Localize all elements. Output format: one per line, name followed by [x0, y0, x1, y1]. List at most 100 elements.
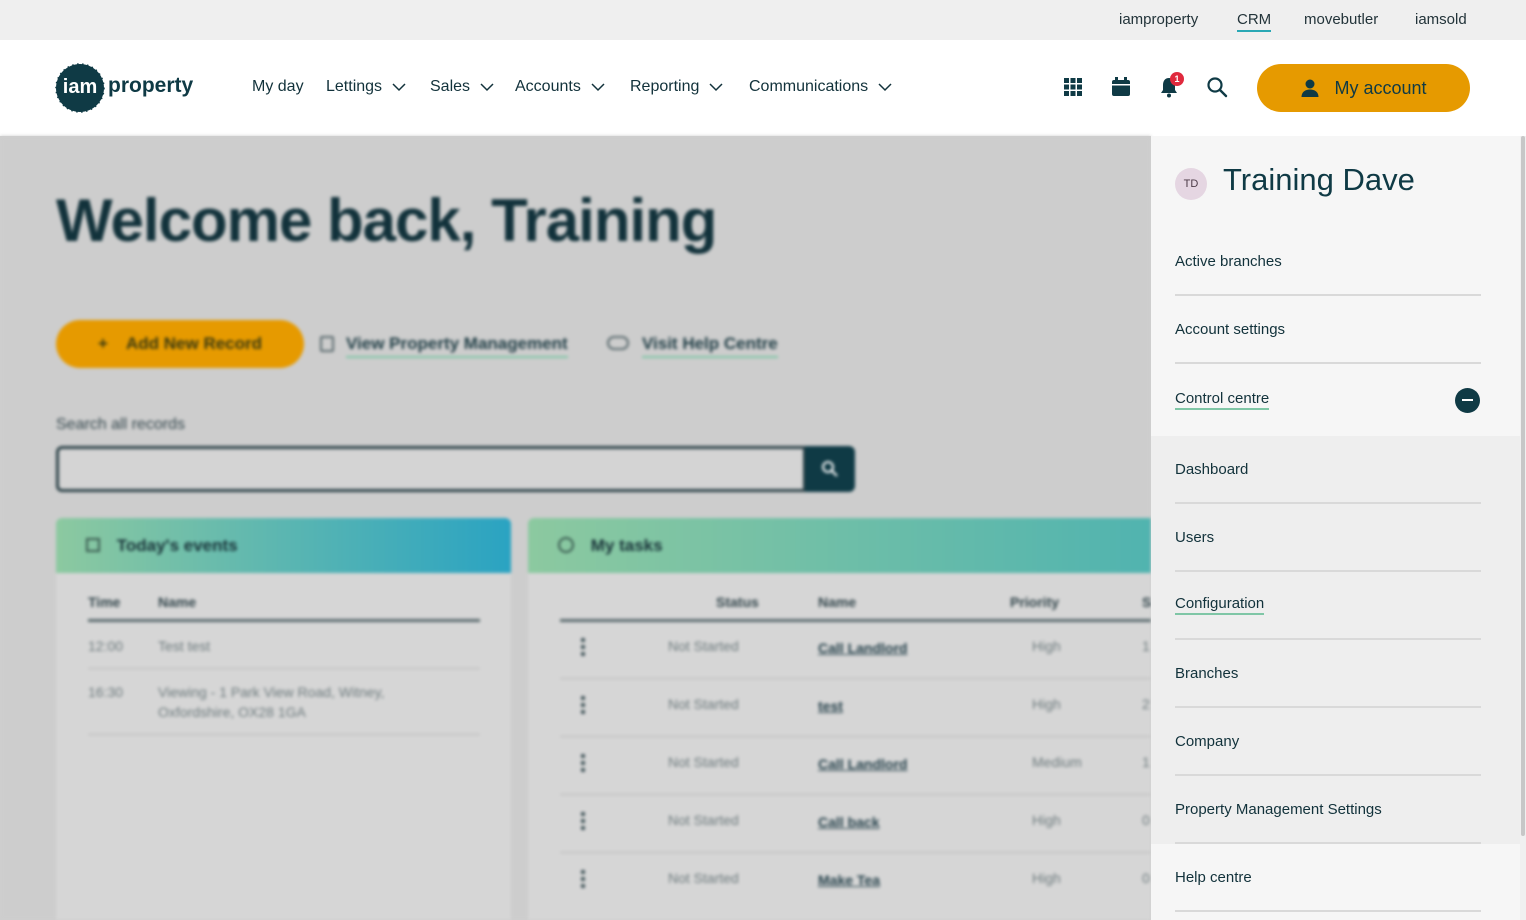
task-extra: 0 — [1142, 870, 1150, 886]
view-property-management-link[interactable]: View Property Management — [346, 334, 568, 358]
submenu-item-property-management-settings[interactable]: Property Management Settings — [1175, 776, 1481, 844]
event-name[interactable]: Viewing - 1 Park View Road, Witney, — [158, 684, 384, 700]
task-status: Not Started — [668, 870, 739, 886]
utility-link-movebutler[interactable]: movebutler — [1304, 11, 1378, 28]
account-user-name: Training Dave — [1223, 162, 1415, 197]
events-col-name: Name — [158, 594, 197, 610]
task-name-link[interactable]: Call Landlord — [818, 640, 907, 656]
task-name-link[interactable]: Make Tea — [818, 872, 880, 888]
menu-item-label: Company — [1175, 732, 1240, 750]
chevron-down-icon — [480, 82, 494, 91]
menu-item-account-settings[interactable]: Account settings — [1175, 296, 1481, 364]
utility-link-iamproperty[interactable]: iamproperty — [1119, 11, 1198, 28]
menu-item-label: Active branches — [1175, 252, 1282, 270]
dashboard-content: Welcome back, Training + Add New Record … — [0, 136, 1151, 920]
tasks-col-name: Name — [818, 594, 857, 610]
task-status: Not Started — [668, 812, 739, 828]
row-divider — [560, 736, 1151, 737]
submenu-item-company[interactable]: Company — [1175, 708, 1481, 776]
event-name[interactable]: Test test — [158, 638, 210, 654]
kebab-menu-icon[interactable] — [581, 696, 585, 714]
kebab-menu-icon[interactable] — [581, 638, 585, 656]
account-menu-scrollbar[interactable] — [1520, 136, 1526, 920]
task-priority: High — [1032, 696, 1061, 712]
nav-item-label: My day — [252, 78, 304, 95]
my-account-label: My account — [1334, 77, 1427, 98]
task-extra: 0 — [1142, 812, 1150, 828]
events-col-time: Time — [88, 594, 121, 610]
scrollbar-thumb[interactable] — [1521, 136, 1525, 836]
kebab-menu-icon[interactable] — [581, 870, 585, 888]
logo[interactable]: iam property — [55, 63, 206, 114]
task-status: Not Started — [668, 754, 739, 770]
task-priority: Medium — [1032, 754, 1082, 770]
menu-item-help-centre[interactable]: Help centre — [1175, 844, 1481, 912]
task-name-link[interactable]: test — [818, 698, 843, 714]
nav-item-label: Accounts — [515, 78, 581, 95]
kebab-menu-icon[interactable] — [581, 812, 585, 830]
row-divider — [88, 668, 480, 669]
menu-item-control-centre[interactable]: Control centre — [1175, 366, 1481, 434]
task-status: Not Started — [668, 696, 739, 712]
submenu-item-dashboard[interactable]: Dashboard — [1175, 436, 1481, 504]
utility-bar: iamproperty CRM movebutler iamsold — [0, 0, 1526, 40]
row-divider — [560, 794, 1151, 795]
event-name-line2: Oxfordshire, OX28 1GA — [158, 704, 306, 720]
todays-events-header: Today's events — [56, 518, 511, 573]
clipboard-icon — [320, 336, 334, 352]
task-name-link[interactable]: Call back — [818, 814, 879, 830]
nav-item-communications[interactable]: Communications — [749, 78, 892, 96]
nav-item-my-day[interactable]: My day — [252, 78, 304, 96]
nav-item-label: Lettings — [326, 78, 383, 95]
user-icon — [1301, 79, 1319, 97]
collapse-minus-icon[interactable] — [1455, 388, 1480, 413]
kebab-menu-icon[interactable] — [581, 754, 585, 772]
nav-item-sales[interactable]: Sales — [430, 78, 494, 96]
menu-item-label: Property Management Settings — [1175, 800, 1382, 818]
search-submit-button[interactable] — [805, 446, 855, 492]
tasks-col-status: Status — [716, 594, 759, 610]
task-priority: High — [1032, 638, 1061, 654]
add-new-record-button[interactable]: + Add New Record — [56, 320, 304, 368]
plus-icon: + — [97, 334, 108, 353]
submenu-item-branches[interactable]: Branches — [1175, 640, 1481, 708]
nav-item-label: Communications — [749, 78, 869, 95]
task-status: Not Started — [668, 638, 739, 654]
row-divider — [560, 852, 1151, 853]
menu-item-label: Users — [1175, 528, 1215, 546]
nav-item-label: Sales — [430, 78, 471, 95]
utility-link-crm[interactable]: CRM — [1237, 11, 1272, 32]
task-priority: High — [1032, 812, 1061, 828]
task-extra: 2 — [1142, 696, 1150, 712]
my-tasks-header: My tasks — [528, 518, 1151, 573]
utility-link-iamsold[interactable]: iamsold — [1415, 11, 1467, 28]
my-account-button[interactable]: My account — [1257, 64, 1470, 112]
apps-grid-icon[interactable] — [1062, 76, 1084, 98]
search-input[interactable] — [56, 446, 806, 492]
notification-badge: 1 — [1170, 72, 1184, 86]
tasks-col-extra: S — [1142, 594, 1151, 610]
avatar: TD — [1175, 168, 1207, 200]
submenu-item-users[interactable]: Users — [1175, 504, 1481, 572]
menu-item-label: Account settings — [1175, 320, 1286, 338]
visit-help-centre-link[interactable]: Visit Help Centre — [642, 334, 778, 358]
submenu-item-configuration[interactable]: Configuration — [1175, 572, 1481, 640]
main-nav: iam property My day Lettings Sales Accou… — [0, 40, 1526, 136]
nav-item-lettings[interactable]: Lettings — [326, 78, 406, 96]
menu-item-active-branches[interactable]: Active branches — [1175, 228, 1481, 296]
task-extra: 1 — [1142, 754, 1150, 770]
calendar-icon[interactable] — [1110, 76, 1132, 98]
search-label: Search all records — [56, 416, 185, 433]
nav-item-reporting[interactable]: Reporting — [630, 78, 723, 96]
nav-item-accounts[interactable]: Accounts — [515, 78, 605, 96]
search-icon[interactable] — [1206, 76, 1228, 98]
chevron-down-icon — [591, 82, 605, 91]
task-name-link[interactable]: Call Landlord — [818, 756, 907, 772]
account-menu: TD Training Dave Active branches Account… — [1151, 136, 1520, 920]
menu-item-label: Control centre — [1175, 390, 1270, 410]
menu-item-label: Help centre — [1175, 868, 1252, 886]
cloud-icon — [607, 336, 629, 350]
nav-item-label: Reporting — [630, 78, 700, 95]
events-header-rule — [88, 619, 480, 622]
row-divider — [88, 734, 480, 735]
